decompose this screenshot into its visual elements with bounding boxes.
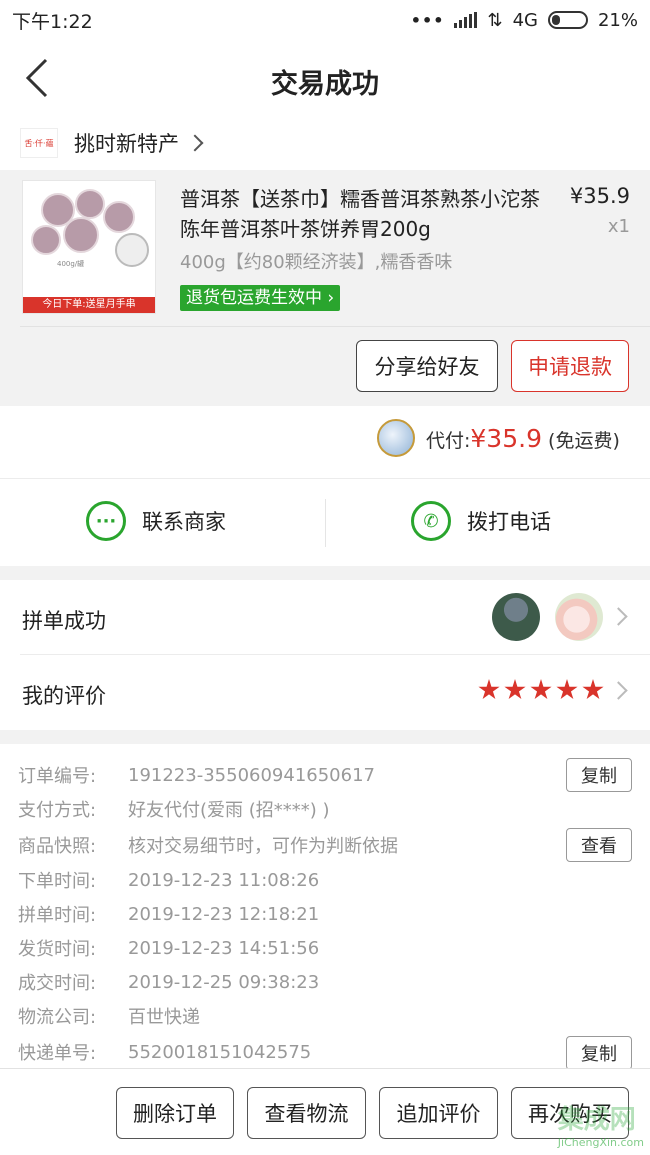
star-icon bbox=[582, 679, 604, 700]
payer-avatar bbox=[377, 419, 415, 457]
shop-row[interactable]: 舌·仟·蘊 挑时新特产 bbox=[0, 116, 650, 170]
shop-logo: 舌·仟·蘊 bbox=[20, 128, 58, 158]
signal-icon bbox=[454, 12, 478, 28]
group-success-label[interactable]: 拼单成功 bbox=[22, 605, 106, 635]
product-quantity: x1 bbox=[607, 216, 630, 237]
my-review-label[interactable]: 我的评价 bbox=[22, 680, 106, 710]
return-shipping-badge[interactable]: 退货包运费生效中 › bbox=[180, 285, 341, 311]
divider bbox=[20, 654, 650, 655]
payment-row: 代付:¥35.9 (免运费) bbox=[0, 406, 650, 478]
share-button[interactable]: 分享给好友 bbox=[356, 340, 498, 392]
order-info-card: 订单编号: 191223-355060941650617 复制 支付方式: 好友代付… bbox=[0, 744, 650, 1070]
group-review-card: 拼单成功 我的评价 bbox=[0, 580, 650, 730]
star-icon bbox=[556, 679, 578, 700]
call-phone-button[interactable]: ✆ 拨打电话 bbox=[411, 501, 551, 541]
group-member-avatar[interactable] bbox=[555, 593, 603, 641]
refund-button[interactable]: 申请退款 bbox=[511, 340, 629, 392]
view-snapshot-button[interactable]: 查看 bbox=[566, 828, 632, 862]
shop-name[interactable]: 挑时新特产 bbox=[74, 128, 179, 158]
divider bbox=[325, 499, 326, 547]
chevron-right-icon[interactable] bbox=[609, 681, 628, 700]
order-info-row: 成交时间: 2019-12-25 09:38:23 bbox=[18, 971, 320, 995]
nav-bar: 交易成功 bbox=[0, 40, 650, 116]
divider bbox=[20, 326, 650, 327]
star-icon bbox=[530, 679, 552, 700]
status-bar: 下午1:22 ••• ⇅ 4G 21% bbox=[0, 0, 650, 40]
copy-order-number-button[interactable]: 复制 bbox=[566, 758, 632, 792]
thumb-caption: 今日下单:送星月手串 bbox=[23, 297, 155, 313]
product-price: ¥35.9 bbox=[569, 184, 630, 208]
more-dots-icon: ••• bbox=[410, 10, 445, 30]
order-info-row: 订单编号: 191223-355060941650617 bbox=[18, 764, 375, 788]
order-info-row: 快递单号: 5520018151042575 bbox=[18, 1041, 312, 1065]
group-member-avatar[interactable] bbox=[492, 593, 540, 641]
order-info-row: 拼单时间: 2019-12-23 12:18:21 bbox=[18, 903, 320, 927]
battery-icon bbox=[547, 11, 588, 29]
contact-merchant-button[interactable]: ··· 联系商家 bbox=[86, 501, 226, 541]
order-info-row: 商品快照: 核对交易细节时，可作为判断依据 bbox=[18, 836, 398, 857]
product-thumbnail[interactable]: 400g/罐 今日下单:送星月手串 bbox=[22, 180, 156, 314]
star-icon bbox=[504, 679, 526, 700]
product-spec: 400g【约80颗经济装】,糯香香味 bbox=[180, 252, 453, 273]
shipping-note: (免运费) bbox=[548, 430, 620, 452]
contact-merchant-label: 联系商家 bbox=[142, 510, 226, 534]
status-time: 下午1:22 bbox=[12, 10, 93, 33]
bottom-action-bar: 删除订单 查看物流 追加评价 再次购买 集成网 JiChengXin.com bbox=[0, 1068, 650, 1155]
order-info-row: 支付方式: 好友代付(爱雨 (招****) ) bbox=[18, 800, 330, 821]
order-info-row: 下单时间: 2019-12-23 11:08:26 bbox=[18, 869, 320, 893]
view-logistics-button[interactable]: 查看物流 bbox=[247, 1087, 366, 1139]
copy-tracking-number-button[interactable]: 复制 bbox=[566, 1036, 632, 1070]
delete-order-button[interactable]: 删除订单 bbox=[116, 1087, 234, 1139]
phone-icon: ✆ bbox=[411, 501, 451, 541]
add-review-button[interactable]: 追加评价 bbox=[379, 1087, 498, 1139]
thumb-small-text: 400g/罐 bbox=[57, 260, 85, 268]
order-info-row: 发货时间: 2019-12-23 14:51:56 bbox=[18, 937, 320, 961]
payment-label: 代付: bbox=[426, 430, 471, 452]
rating-stars bbox=[478, 679, 604, 701]
payment-amount: ¥35.9 bbox=[470, 424, 542, 453]
battery-level: 21% bbox=[597, 9, 638, 31]
product-card[interactable]: 400g/罐 今日下单:送星月手串 普洱茶【送茶巾】糯香普洱茶熟茶小沱茶陈年普洱… bbox=[0, 170, 650, 406]
order-info-row: 物流公司: 百世快递 bbox=[18, 1007, 200, 1028]
chevron-right-icon bbox=[186, 134, 204, 152]
chevron-right-icon[interactable] bbox=[609, 607, 628, 626]
chat-bubble-icon: ··· bbox=[86, 501, 126, 541]
data-arrows-icon: ⇅ bbox=[487, 9, 503, 31]
page-title: 交易成功 bbox=[271, 69, 379, 100]
network-type: 4G bbox=[512, 9, 538, 31]
watermark: 集成网 JiChengXin.com bbox=[557, 1105, 644, 1149]
contact-row: ··· 联系商家 ✆ 拨打电话 bbox=[0, 478, 650, 566]
product-title[interactable]: 普洱茶【送茶巾】糯香普洱茶熟茶小沱茶陈年普洱茶叶茶饼养胃200g bbox=[180, 184, 550, 244]
star-icon bbox=[478, 679, 500, 700]
call-phone-label: 拨打电话 bbox=[467, 510, 551, 534]
